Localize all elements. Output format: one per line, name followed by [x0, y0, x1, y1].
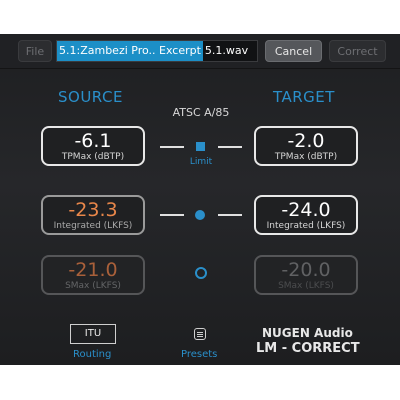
presets-list-icon[interactable]: [194, 328, 206, 340]
source-integrated-label: Integrated (LKFS): [53, 221, 133, 231]
target-integrated-box[interactable]: -24.0 Integrated (LKFS): [254, 195, 358, 235]
target-integrated-value: -24.0: [281, 199, 331, 221]
limit-label: Limit: [189, 157, 213, 167]
correct-button[interactable]: Correct: [329, 40, 386, 62]
brand-name: NUGEN Audio: [262, 326, 353, 340]
source-tpmax-label: TPMax (dBTP): [61, 152, 125, 162]
filename-selected-text: 5.1:Zambezi Pro.. Excerpt: [57, 41, 203, 61]
target-smax-box[interactable]: -20.0 SMax (LKFS): [254, 255, 358, 295]
standard-name[interactable]: ATSC A/85: [168, 106, 234, 119]
row1-link-line-left: [160, 146, 184, 148]
integrated-link-dot-icon[interactable]: [195, 210, 205, 220]
source-integrated-value: -23.3: [68, 199, 118, 221]
source-integrated-box: -23.3 Integrated (LKFS): [41, 195, 145, 235]
target-header: TARGET: [273, 88, 335, 106]
target-tpmax-label: TPMax (dBTP): [274, 152, 338, 162]
target-tpmax-box[interactable]: -2.0 TPMax (dBTP): [254, 126, 358, 166]
source-tpmax-box: -6.1 TPMax (dBTP): [41, 126, 145, 166]
row2-link-line-left: [160, 214, 184, 216]
source-tpmax-value: -6.1: [74, 130, 112, 152]
filename-field[interactable]: 5.1:Zambezi Pro.. Excerpt 5.1.wav: [56, 40, 258, 62]
target-integrated-label: Integrated (LKFS): [266, 221, 346, 231]
source-smax-box: -21.0 SMax (LKFS): [41, 255, 145, 295]
file-button[interactable]: File: [18, 40, 52, 62]
product-name: LM - CORRECT: [256, 341, 360, 356]
smax-link-ring-icon[interactable]: [195, 267, 207, 279]
limit-square-icon[interactable]: [196, 142, 205, 151]
row2-link-line-right: [218, 214, 242, 216]
presets-label[interactable]: Presets: [181, 349, 217, 360]
target-smax-label: SMax (LKFS): [278, 281, 334, 291]
target-tpmax-value: -2.0: [287, 130, 325, 152]
source-header: SOURCE: [58, 88, 123, 106]
source-smax-label: SMax (LKFS): [65, 281, 121, 291]
row1-link-line-right: [218, 146, 242, 148]
routing-label[interactable]: Routing: [73, 349, 111, 360]
source-smax-value: -21.0: [68, 259, 118, 281]
target-smax-value: -20.0: [281, 259, 331, 281]
cancel-button[interactable]: Cancel: [265, 40, 322, 62]
itu-routing-button[interactable]: ITU: [70, 324, 116, 344]
filename-extension-text: 5.1.wav: [204, 44, 249, 57]
